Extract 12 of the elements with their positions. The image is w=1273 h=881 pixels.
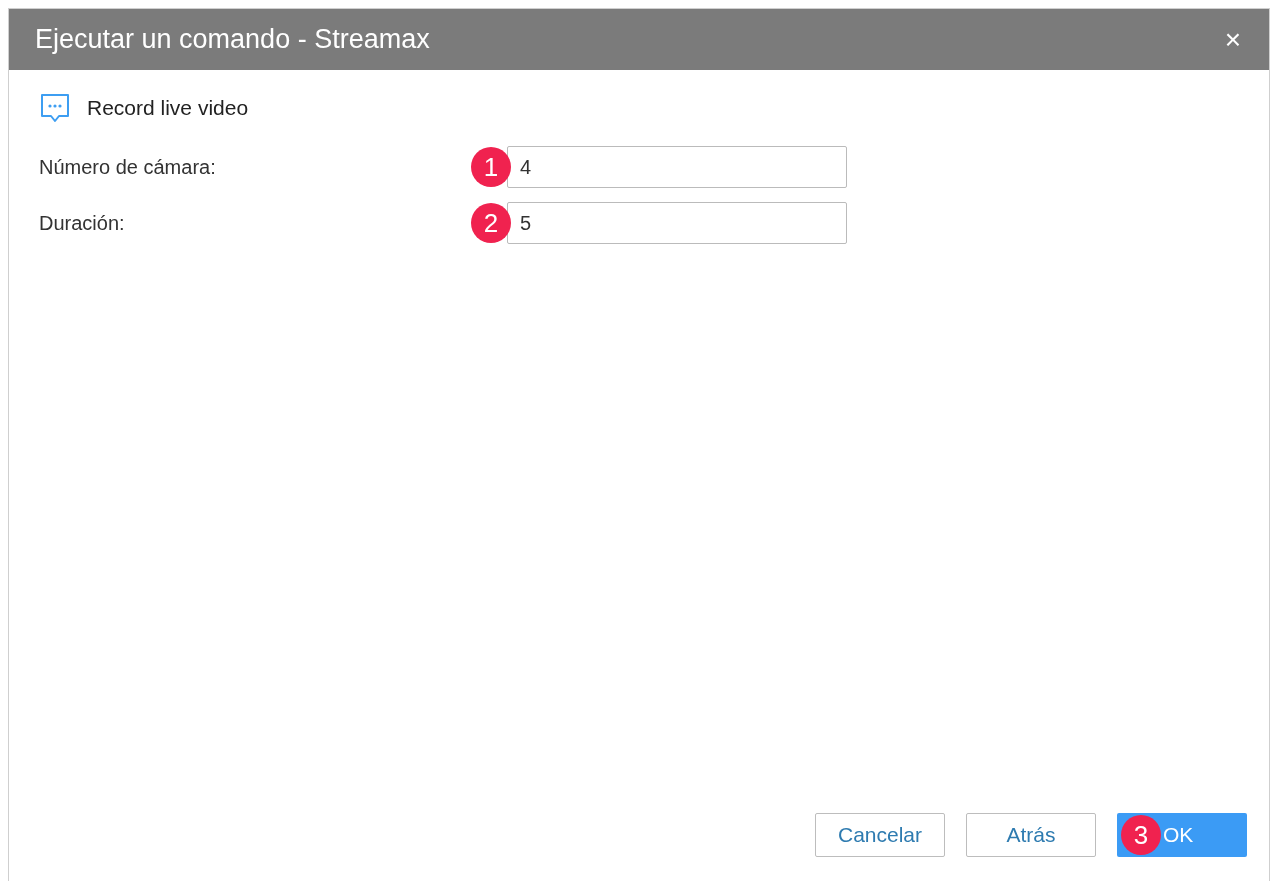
dialog-button[interactable]: Cancelar (815, 813, 945, 857)
input-field[interactable]: 4 (507, 146, 847, 188)
chat-bubble-icon (39, 92, 71, 124)
window-title: Ejecutar un comando - Streamax (35, 24, 430, 55)
command-name: Record live video (87, 96, 249, 120)
step-badge: 2 (471, 203, 511, 243)
field-label: Duración: (39, 211, 125, 234)
close-button[interactable]: × (1220, 23, 1245, 56)
input-field[interactable]: 5 (507, 202, 847, 244)
dialog-button[interactable]: Atrás (966, 813, 1096, 857)
step-badge: 1 (471, 147, 511, 187)
field-label: Número de cámara: (39, 155, 216, 178)
